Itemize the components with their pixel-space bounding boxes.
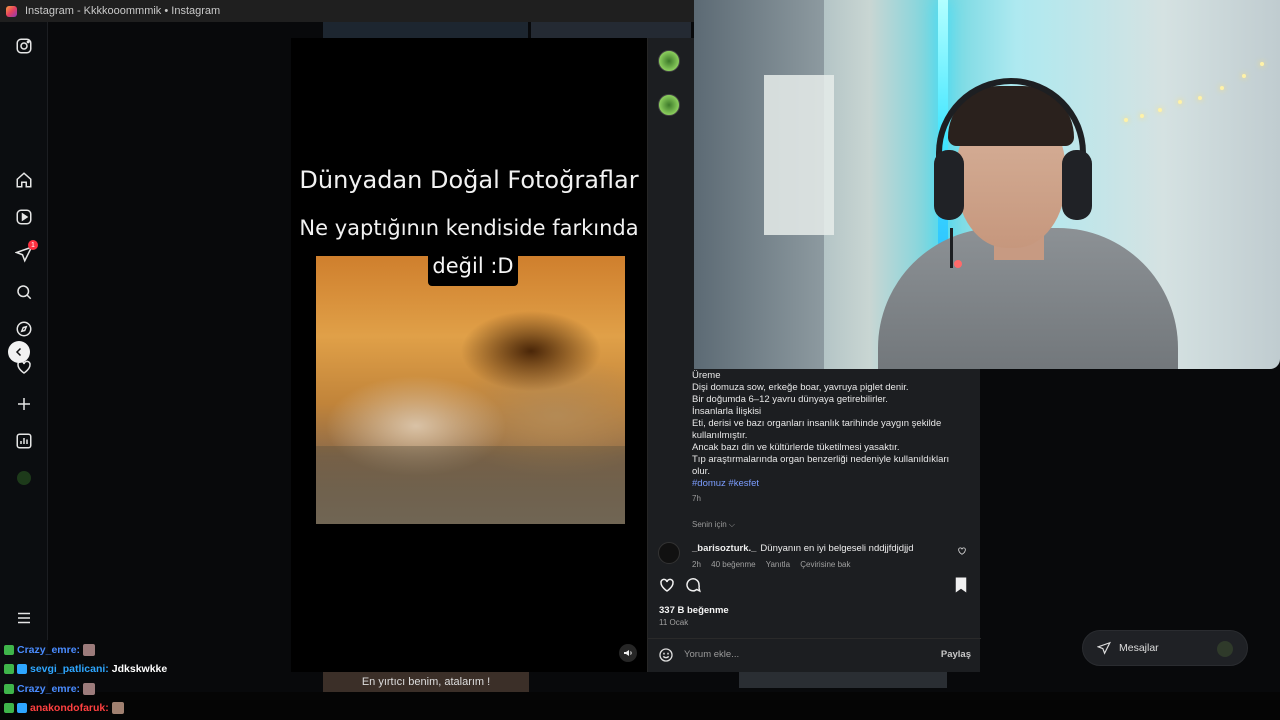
caption-line: kullanılmıştır. — [692, 430, 748, 441]
speaker-icon — [624, 650, 632, 656]
chat-username: Crazy_emre: — [17, 683, 81, 695]
chat-username: Crazy_emre: — [17, 644, 81, 656]
chat-message: Crazy_emre: — [4, 642, 96, 658]
caption-line: Eti, derisi ve bazı organları insanlık t… — [692, 418, 942, 429]
post-media[interactable]: Dünyadan Doğal Fotoğraflar Ne yaptığının… — [291, 38, 647, 672]
feed-thumbnail[interactable] — [323, 22, 528, 38]
comment-input[interactable] — [684, 649, 904, 660]
create-icon[interactable] — [14, 394, 34, 414]
sort-label: Senin için — [692, 520, 727, 529]
chat-badge-icon — [4, 684, 14, 694]
caption-line: Tıp araştırmalarında organ benzerliği ne… — [692, 454, 950, 465]
headset-left-cup — [934, 150, 964, 220]
messages-avatar — [1217, 641, 1233, 657]
chevron-down-icon: ⌵ — [728, 520, 735, 529]
comment-text: Dünyanın en iyi belgeseli nddjjfdjdjjd — [760, 543, 914, 554]
feed-thumbnail[interactable] — [739, 672, 947, 688]
comment-time: 2h — [692, 560, 701, 569]
explore-icon[interactable] — [14, 319, 34, 339]
comment-bubble-icon[interactable] — [684, 576, 702, 594]
messages-button[interactable]: Mesajlar — [1082, 630, 1248, 666]
commenter-avatar[interactable] — [658, 542, 680, 564]
chat-cube-icon — [17, 664, 27, 674]
caption-author-avatar[interactable] — [658, 94, 680, 116]
like-heart-icon[interactable] — [658, 576, 676, 594]
profile-avatar[interactable] — [14, 468, 34, 488]
feed-thumbnail[interactable] — [531, 22, 691, 38]
chat-text: Jdkskwkke — [111, 663, 168, 675]
fairy-lights — [1124, 60, 1264, 122]
sidebar-nav: 1 — [0, 22, 48, 640]
bookmark-icon[interactable] — [953, 576, 969, 594]
chat-username: sevgi_patlicani: — [30, 663, 109, 675]
chat-username: anakondofaruk: — [30, 702, 109, 714]
menu-icon[interactable] — [14, 608, 34, 628]
hashtags-link[interactable]: #domuz #kesfet — [692, 478, 962, 490]
chat-cube-icon — [17, 703, 27, 713]
headset-right-cup — [1062, 150, 1092, 220]
insights-icon[interactable] — [14, 431, 34, 451]
instagram-icon[interactable] — [14, 36, 34, 56]
chat-message: anakondofaruk: — [4, 700, 124, 716]
caption-line: Bir doğumda 6–12 yavru dünyaya getirebil… — [692, 394, 888, 405]
feed-thumbnail-caption[interactable]: En yırtıcı benim, atalarım ! — [323, 672, 529, 692]
instagram-favicon-icon — [6, 5, 17, 17]
home-icon[interactable] — [14, 170, 34, 190]
chat-emote-icon — [83, 683, 96, 695]
caption-line: Dişi domuza sow, erkeğe boar, yavruya pi… — [692, 382, 909, 393]
likes-count[interactable]: 337 B beğenme — [659, 605, 729, 616]
chat-badge-icon — [4, 703, 14, 713]
comment-like-heart-icon[interactable] — [957, 546, 967, 556]
webcam-overlay — [694, 0, 1280, 369]
screen: Instagram - Kkkkooommmik • Instagram 1 D… — [0, 0, 1280, 720]
messages-label: Mesajlar — [1119, 642, 1159, 654]
search-icon[interactable] — [14, 282, 34, 302]
chat-badge-icon — [4, 664, 14, 674]
overlay-title: Dünyadan Doğal Fotoğraflar — [299, 166, 639, 194]
translate-button[interactable]: Çevirisine bak — [800, 560, 850, 569]
previous-post-button[interactable] — [8, 341, 30, 363]
send-icon[interactable]: 1 — [14, 240, 38, 264]
post-caption: Üreme Dişi domuza sow, erkeğe boar, yavr… — [692, 370, 962, 531]
chat-message: sevgi_patlicani: Jdkskwkke — [4, 661, 167, 677]
mic-indicator — [954, 260, 962, 268]
share-button[interactable]: Paylaş — [941, 649, 971, 660]
commenter-username[interactable]: _barisozturk._ — [692, 543, 756, 554]
lion-video-frame — [316, 256, 625, 524]
post-time: 7h — [692, 494, 701, 503]
stream-chat: Crazy_emre: sevgi_patlicani: Jdkskwkke C… — [0, 640, 300, 720]
notification-badge: 1 — [28, 240, 38, 250]
overlay-subtitle: Ne yaptığının kendiside farkında — [299, 216, 639, 240]
chat-message: Crazy_emre: — [4, 681, 96, 697]
post-actions — [658, 576, 971, 596]
comment-likes[interactable]: 40 beğenme — [711, 560, 755, 569]
caption-line: Ancak bazı din ve kültürlerde tüketilmes… — [692, 442, 900, 453]
post-date: 11 Ocak — [659, 618, 689, 627]
mute-button[interactable] — [619, 644, 637, 662]
sort-comments-dropdown[interactable]: Senin için ⌵ — [692, 519, 962, 531]
chevron-left-icon — [15, 347, 22, 357]
chat-emote-icon — [83, 644, 96, 656]
tab-title: Instagram - Kkkkooommmik • Instagram — [25, 5, 221, 17]
comment-bar: Paylaş — [648, 638, 981, 672]
author-avatar[interactable] — [658, 50, 680, 72]
caption-line: olur. — [692, 466, 710, 477]
reels-icon[interactable] — [14, 207, 34, 227]
wall-poster — [764, 75, 834, 235]
emoji-icon[interactable] — [658, 647, 674, 663]
send-icon — [1097, 641, 1111, 655]
caption-line: İnsanlarla İlişkisi — [692, 406, 762, 417]
chat-emote-icon — [111, 702, 124, 714]
reply-button[interactable]: Yanıtla — [766, 560, 790, 569]
caption-line: Üreme — [692, 370, 721, 381]
overlay-subtitle-end: değil :D — [428, 246, 518, 286]
chat-badge-icon — [4, 645, 14, 655]
